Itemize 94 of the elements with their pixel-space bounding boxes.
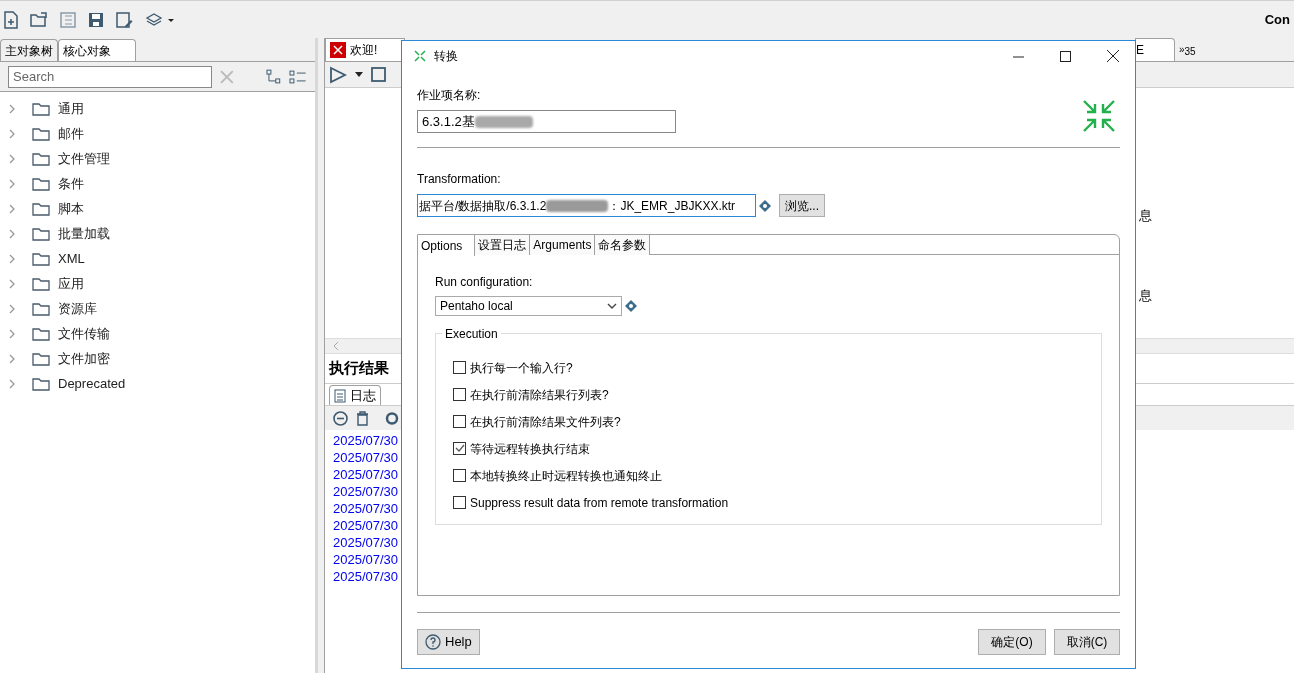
run-config-select[interactable]: Pentaho local xyxy=(435,296,622,316)
notepad-icon xyxy=(334,388,346,403)
stop-icon[interactable] xyxy=(371,67,386,82)
log-line: 2025/07/30 xyxy=(333,551,399,568)
field-label: Transformation: xyxy=(417,171,502,188)
chevron-down-icon xyxy=(607,303,617,309)
expand-tree-icon[interactable] xyxy=(265,68,282,85)
field-label: Run configuration: xyxy=(435,274,534,291)
collapse-arrows-icon xyxy=(1083,100,1115,132)
field-label: 作业项名称: xyxy=(417,87,482,104)
browse-button[interactable]: 浏览... xyxy=(779,194,825,217)
variable-icon xyxy=(625,300,637,312)
editor-tab[interactable]: E xyxy=(1135,38,1175,61)
toolbar-label: Con xyxy=(1264,10,1290,29)
save-as-icon[interactable] xyxy=(116,11,133,28)
maximize-icon[interactable] xyxy=(1060,50,1071,62)
log-line: 2025/07/30 xyxy=(333,449,399,466)
trash-icon[interactable] xyxy=(356,410,369,426)
ok-button[interactable]: 确定(O) xyxy=(978,629,1046,655)
app-logo-icon xyxy=(330,42,346,58)
window-title: 转换 xyxy=(434,48,458,65)
checkbox[interactable] xyxy=(453,442,466,455)
tree-item[interactable]: 文件加密 xyxy=(58,348,110,369)
dialog-tab[interactable]: 设置日志 xyxy=(475,235,531,255)
log-line: 2025/07/30 xyxy=(333,483,399,500)
dialog-tab[interactable]: Arguments xyxy=(530,235,596,255)
canvas-text: 息 xyxy=(1139,207,1152,225)
log-line: 2025/07/30 xyxy=(333,500,399,517)
transformation-field[interactable]: 据平台/数据抽取/6.3.1.2 ：JK_EMR_JBJKXX.ktr xyxy=(417,194,756,217)
checkbox[interactable] xyxy=(453,388,466,401)
tree-item[interactable]: 资源库 xyxy=(58,298,97,319)
log-line: 2025/07/30 xyxy=(333,534,399,551)
dialog-tab[interactable]: 命名参数 xyxy=(595,235,651,255)
folder-icon xyxy=(32,226,50,241)
folder-icon xyxy=(32,276,50,291)
checkbox[interactable] xyxy=(453,496,466,509)
name-field[interactable]: 6.3.1.2基 xyxy=(417,110,676,133)
log-line: 2025/07/30 xyxy=(333,568,399,585)
layers-icon[interactable] xyxy=(145,11,175,28)
folder-icon xyxy=(32,126,50,141)
folder-icon xyxy=(32,176,50,191)
transform-icon xyxy=(414,50,426,62)
checkbox-label[interactable]: 本地转换终止时远程转换也通知终止 xyxy=(470,466,662,485)
tree-item[interactable]: 应用 xyxy=(58,273,84,294)
folder-icon xyxy=(32,351,50,366)
folder-icon xyxy=(32,151,50,166)
folder-icon xyxy=(32,251,50,266)
checkbox[interactable] xyxy=(453,361,466,374)
save-icon[interactable] xyxy=(88,11,104,28)
tree-item[interactable]: 文件传输 xyxy=(58,323,110,344)
tree-item[interactable]: 批量加载 xyxy=(58,223,110,244)
checkbox-label[interactable]: 执行每一个输入行? xyxy=(470,358,573,377)
tree-item[interactable]: 通用 xyxy=(58,98,84,119)
tree-item[interactable]: Deprecated xyxy=(58,373,126,394)
redacted-blur xyxy=(546,199,609,212)
folder-icon xyxy=(32,301,50,316)
panel-tab[interactable]: 主对象树 xyxy=(0,39,58,61)
dialog-tab[interactable]: Options xyxy=(418,235,476,256)
checkbox-label[interactable]: Suppress result data from remote transformation xyxy=(470,493,729,512)
help-icon xyxy=(425,634,441,650)
log-line: 2025/07/30 xyxy=(333,432,399,449)
caret-icon[interactable] xyxy=(355,72,363,77)
checkbox[interactable] xyxy=(453,469,466,482)
checkbox[interactable] xyxy=(453,415,466,428)
welcome-tab[interactable]: 欢迎! xyxy=(325,38,405,61)
redacted-blur xyxy=(474,115,533,128)
checkbox-label[interactable]: 在执行前清除结果行列表? xyxy=(470,385,609,404)
list-view-icon[interactable] xyxy=(289,68,307,85)
tree-item[interactable]: 脚本 xyxy=(58,198,84,219)
tree-item[interactable]: 文件管理 xyxy=(58,148,110,169)
open-folder-icon[interactable] xyxy=(30,11,48,28)
tree-item[interactable]: 条件 xyxy=(58,173,84,194)
variable-icon xyxy=(759,199,771,212)
results-title: 执行结果 xyxy=(329,358,389,379)
folder-icon xyxy=(32,101,50,116)
new-file-icon[interactable] xyxy=(4,10,18,29)
search-field[interactable]: Search xyxy=(8,65,212,88)
help-button[interactable]: Help xyxy=(417,629,480,655)
tree-item[interactable]: 邮件 xyxy=(58,123,84,144)
log-line: 2025/07/30 xyxy=(333,466,399,483)
canvas-text: 息 xyxy=(1139,287,1152,305)
minus-circle-icon[interactable] xyxy=(333,410,348,426)
folder-icon xyxy=(32,201,50,216)
log-tab[interactable]: 日志 xyxy=(329,385,381,405)
run-icon[interactable] xyxy=(329,65,347,84)
folder-icon xyxy=(32,326,50,341)
cancel-button[interactable]: 取消(C) xyxy=(1054,629,1120,655)
tree-item[interactable]: XML xyxy=(58,248,85,269)
log-line: 2025/07/30 xyxy=(333,517,399,534)
close-icon[interactable] xyxy=(1107,50,1119,62)
panel-tab[interactable]: 核心对象 xyxy=(58,39,136,61)
checkbox-label[interactable]: 在执行前清除结果文件列表? xyxy=(470,412,621,431)
checkbox-label[interactable]: 等待远程转换执行结束 xyxy=(470,439,590,458)
folder-icon xyxy=(32,376,50,391)
